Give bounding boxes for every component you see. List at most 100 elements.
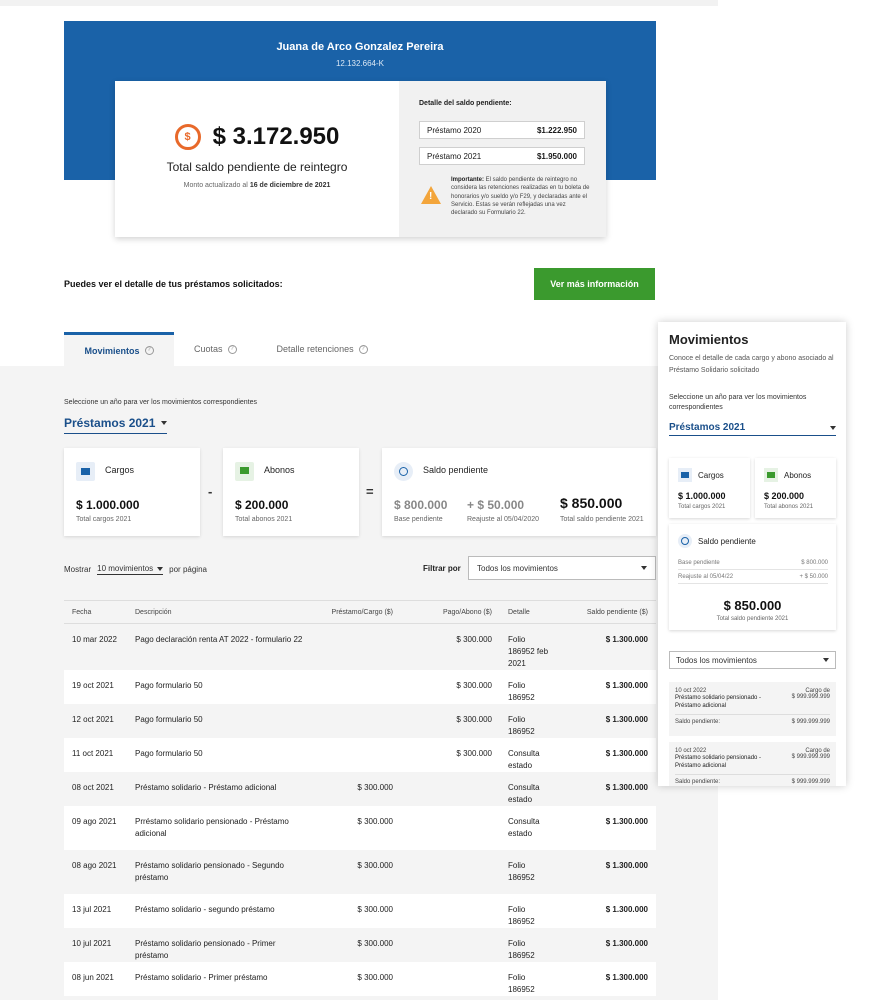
abono-icon [235,462,254,481]
mobile-view: Movimientos Conoce el detalle de cada ca… [658,322,846,786]
mobile-select-label: Seleccione un año para ver los movimient… [669,394,807,411]
total-amount: $ 3.172.950 [212,123,340,150]
table-cell: $ 300.000 [401,670,500,704]
help-icon[interactable]: ? [358,344,368,354]
table-cell: $ 1.300.000 [562,623,656,670]
table-cell: $ 1.300.000 [562,962,656,996]
movements-table: Fecha Descripción Préstamo/Cargo ($) Pag… [64,600,656,996]
table-cell: Préstamo solidario pensionado - Primer p… [127,928,317,962]
table-cell: $ 300.000 [401,623,500,670]
refund-coin-icon [174,124,201,150]
tab-movimientos[interactable]: Movimientos ? [64,332,174,366]
page-size-control: Mostrar 10 movimientos por página [64,564,207,575]
saldo-icon [678,534,692,548]
table-cell: $ 300.000 [317,962,401,996]
balance-card: $ 3.172.950 Total saldo pendiente de rei… [115,81,606,237]
table-cell [401,850,500,894]
table-cell: Consulta estado [500,772,562,806]
mobile-filter-select[interactable]: Todos los movimientos [669,651,836,669]
table-cell: 12 oct 2021 [64,704,127,738]
table-cell: Pago formulario 50 [127,670,317,704]
table-cell: $ 1.300.000 [562,704,656,738]
table-cell: $ 300.000 [317,806,401,850]
reajuste-value: + $ 50.000 [467,498,525,512]
table-cell: 08 oct 2021 [64,772,127,806]
mobile-desc: Conoce el detalle de cada cargo y abono … [669,355,834,374]
cargo-icon [76,462,95,481]
table-cell: Folio 186952 [500,962,562,996]
warning-text: Importante: El saldo pendiente de reinte… [451,177,590,217]
table-cell [401,928,500,962]
caret-down-icon [157,566,164,571]
tab-cuotas[interactable]: Cuotas ? [174,332,257,366]
total-label: Total saldo pendiente de reintegro [166,160,348,174]
table-cell [317,670,401,704]
col-prestamo: Préstamo/Cargo ($) [317,600,401,624]
abonos-card: Abonos $ 200.000 Total abonos 2021 [223,448,359,536]
table-cell: Préstamo solidario - Primer préstamo [127,962,317,996]
table-cell: Pago declaración renta AT 2022 - formula… [127,623,317,670]
table-cell [401,894,500,928]
year-select[interactable]: Préstamos 2021 [64,416,168,434]
table-cell: Folio 186952 [500,704,562,738]
mobile-title: Movimientos [669,332,749,347]
table-cell [317,738,401,772]
tab-detalle-retenciones[interactable]: Detalle retenciones ? [257,332,388,366]
table-row: 08 oct 2021 Préstamo solidario - Préstamo… [64,772,656,806]
caret-down-icon [641,566,647,570]
mobile-movement-item[interactable]: 10 oct 2022 Cargo de Préstamo solidario … [669,742,836,786]
filter-label: Filtrar por [423,564,461,573]
table-cell: $ 1.300.000 [562,670,656,704]
table-cell: Folio 186952 feb 2021 [500,623,562,670]
mobile-movement-item[interactable]: 10 oct 2022 Cargo de Préstamo solidario … [669,682,836,736]
table-cell: $ 1.300.000 [562,806,656,850]
more-info-button[interactable]: Ver más información [534,268,655,300]
user-rut: 12.132.664-K [335,59,385,68]
table-row: 08 ago 2021 Préstamo solidario pensionado… [64,850,656,894]
mobile-cargos-card: Cargos $ 1.000.000 Total cargos 2021 [669,458,750,518]
table-cell: 19 oct 2021 [64,670,127,704]
table-cell: Préstamo solidario - segundo préstamo [127,894,317,928]
page-size-select[interactable]: 10 movimientos [97,564,164,575]
table-row: 08 jun 2021 Préstamo solidario - Primer p… [64,962,656,996]
table-header: Fecha Descripción Préstamo/Cargo ($) Pag… [64,600,656,624]
table-cell: $ 1.300.000 [562,738,656,772]
caret-down-icon [830,425,836,430]
cargo-icon [678,468,692,482]
col-pago: Pago/Abono ($) [401,600,500,624]
minus-sign: - [208,484,213,499]
table-row: 11 oct 2021 Pago formulario 50 $ 300.000 Co… [64,738,656,772]
user-name: Juana de Arco Gonzalez Pereira [276,41,444,53]
table-row: 13 jul 2021 Préstamo solidario - segundo … [64,894,656,928]
table-cell: Pago formulario 50 [127,738,317,772]
saldo-card: Saldo pendiente $ 800.000 Base pendiente… [382,448,656,536]
updated-date: 16 de diciembre de 2021 [249,182,331,189]
table-cell: Prréstamo solidario pensionado - Préstam… [127,806,317,850]
table-row: 09 ago 2021 Prréstamo solidario pensionad… [64,806,656,850]
table-row: 10 mar 2022 Pago declaración renta AT 202… [64,623,656,670]
filter-select[interactable]: Todos los movimientos [468,556,656,580]
table-cell [401,806,500,850]
abonos-value: $ 200.000 [235,498,289,512]
tabs: Movimientos ? Cuotas ? Detalle retencion… [64,332,388,366]
mobile-year-select[interactable]: Préstamos 2021 [669,422,836,436]
table-cell: $ 300.000 [401,738,500,772]
table-cell: Préstamo solidario pensionado - Segundo … [127,850,317,894]
mobile-abonos-card: Abonos $ 200.000 Total abonos 2021 [755,458,836,518]
col-fecha: Fecha [64,600,127,624]
col-detalle: Detalle [500,600,562,624]
warning-icon [421,186,441,204]
table-cell: 10 mar 2022 [64,623,127,670]
table-cell: 13 jul 2021 [64,894,127,928]
table-cell: $ 300.000 [401,704,500,738]
table-cell: 11 oct 2021 [64,738,127,772]
total-saldo-value: $ 850.000 [560,495,623,511]
table-cell [401,772,500,806]
updated-text: Monto actualizado al 16 de diciembre de … [183,182,331,189]
table-cell: 08 jun 2021 [64,962,127,996]
table-cell: Folio 186952 [500,850,562,894]
help-icon[interactable]: ? [227,344,237,354]
help-icon[interactable]: ? [144,346,154,355]
loan-2020: Préstamo 2020 $1.222.950 [419,121,585,139]
col-descripcion: Descripción [127,600,317,624]
